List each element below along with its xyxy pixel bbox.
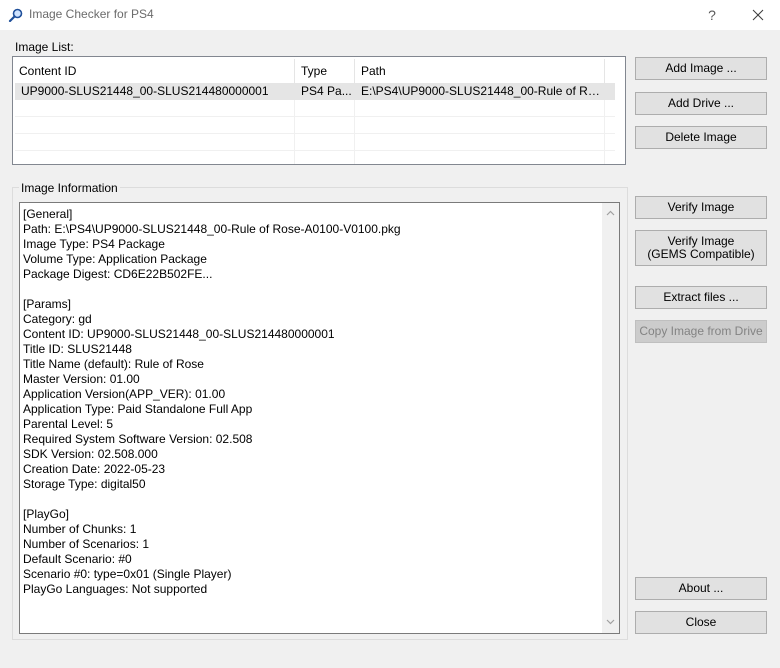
close-icon	[752, 9, 764, 21]
column-header-type[interactable]: Type	[295, 59, 355, 83]
image-list-view[interactable]: Content ID Type Path UP9000-SLUS21448_00…	[12, 56, 626, 165]
info-line: Image Type: PS4 Package	[23, 237, 165, 251]
info-line: Application Version(APP_VER): 01.00	[23, 387, 226, 401]
image-list-label: Image List:	[15, 40, 74, 54]
row-divider	[15, 133, 615, 134]
info-line: Master Version: 01.00	[23, 372, 140, 386]
info-line: Package Digest: CD6E22B502FE...	[23, 267, 213, 281]
verify-image-button[interactable]: Verify Image	[635, 196, 767, 219]
info-line	[23, 282, 598, 297]
table-row[interactable]: UP9000-SLUS21448_00-SLUS214480000001 PS4…	[15, 83, 615, 100]
info-line: Number of Chunks: 1	[23, 522, 137, 536]
close-window-button[interactable]	[744, 4, 772, 26]
column-header-path[interactable]: Path	[355, 59, 605, 83]
info-line: PlayGo Languages: Not supported	[23, 582, 208, 596]
info-line: Creation Date: 2022-05-23	[23, 462, 166, 476]
info-line: Storage Type: digital50	[23, 477, 146, 491]
about-button[interactable]: About ...	[635, 577, 767, 600]
info-line: Title Name (default): Rule of Rose	[23, 357, 204, 371]
info-line: [PlayGo]	[23, 507, 70, 521]
scroll-down-icon[interactable]	[602, 614, 619, 631]
delete-image-button[interactable]: Delete Image	[635, 126, 767, 149]
vertical-scrollbar[interactable]	[602, 203, 619, 633]
scroll-up-icon[interactable]	[602, 205, 619, 222]
verify-gems-line2: (GEMS Compatible)	[647, 247, 755, 261]
column-header-content-id[interactable]: Content ID	[13, 59, 295, 83]
extract-files-button[interactable]: Extract files ...	[635, 286, 767, 309]
cell-content-id: UP9000-SLUS21448_00-SLUS214480000001	[21, 84, 269, 98]
info-line	[23, 492, 598, 507]
image-information-textbox[interactable]: [General] Path: E:\PS4\UP9000-SLUS21448_0…	[19, 202, 620, 634]
info-line: Default Scenario: #0	[23, 552, 132, 566]
info-line: SDK Version: 02.508.000	[23, 447, 158, 461]
info-line: [Params]	[23, 297, 72, 311]
info-line: Title ID: SLUS21448	[23, 342, 132, 356]
info-line: Scenario #0: type=0x01 (Single Player)	[23, 567, 232, 581]
info-line: Required System Software Version: 02.508	[23, 432, 253, 446]
copy-image-from-drive-button: Copy Image from Drive	[635, 320, 767, 343]
magnifier-app-icon	[8, 8, 24, 23]
add-image-button[interactable]: Add Image ...	[635, 57, 767, 80]
info-line: Number of Scenarios: 1	[23, 537, 150, 551]
info-line: Category: gd	[23, 312, 92, 326]
cell-path: E:\PS4\UP9000-SLUS21448_00-Rule of Rose-…	[361, 84, 605, 98]
info-line: Volume Type: Application Package	[23, 252, 207, 266]
info-line: Parental Level: 5	[23, 417, 114, 431]
info-line: [General]	[23, 207, 73, 221]
row-divider	[15, 116, 615, 117]
verify-image-gems-button[interactable]: Verify Image (GEMS Compatible)	[635, 230, 767, 266]
cell-type: PS4 Pa...	[301, 84, 352, 98]
row-divider	[15, 150, 615, 151]
add-drive-button[interactable]: Add Drive ...	[635, 92, 767, 115]
help-button[interactable]: ?	[700, 4, 724, 26]
window-title: Image Checker for PS4	[29, 7, 154, 21]
image-information-label: Image Information	[19, 181, 120, 195]
info-line: Application Type: Paid Standalone Full A…	[23, 402, 253, 416]
info-line: Path: E:\PS4\UP9000-SLUS21448_00-Rule of…	[23, 222, 401, 236]
close-button[interactable]: Close	[635, 611, 767, 634]
info-line: Content ID: UP9000-SLUS21448_00-SLUS2144…	[23, 327, 335, 341]
info-lines: [General] Path: E:\PS4\UP9000-SLUS21448_0…	[23, 207, 598, 597]
